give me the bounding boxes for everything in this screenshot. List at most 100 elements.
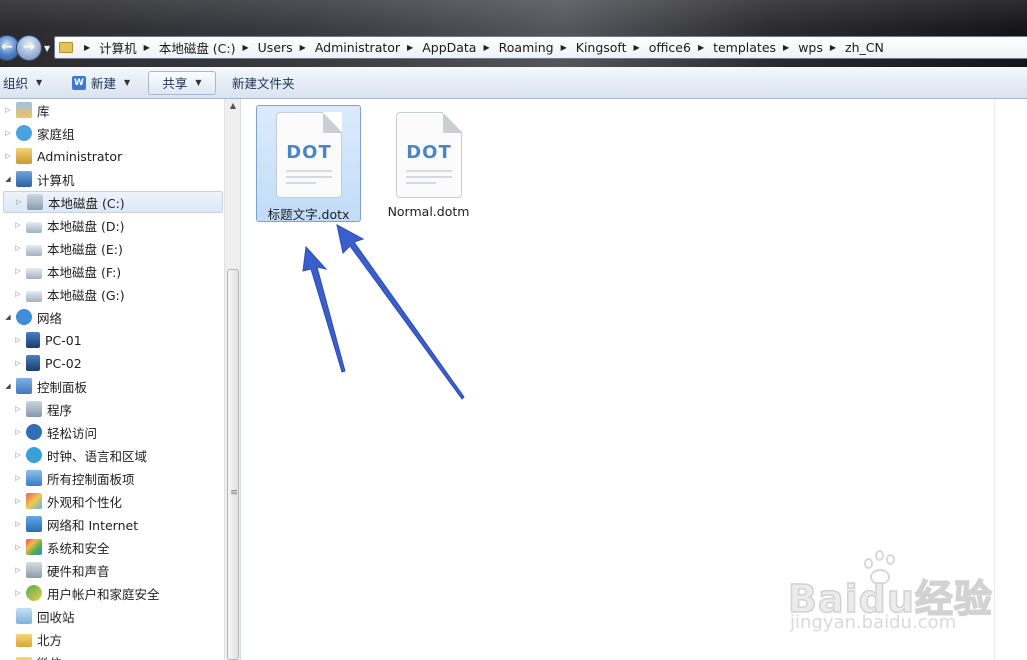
breadcrumb-appdata[interactable]: AppData bbox=[422, 40, 476, 55]
drive-icon bbox=[26, 267, 42, 279]
nav-item-pc-02[interactable]: ▷ PC-02 bbox=[13, 352, 82, 374]
recent-pages-dropdown-icon[interactable]: ▼ bbox=[44, 44, 50, 53]
breadcrumb-office6[interactable]: office6 bbox=[649, 40, 691, 55]
annotation-arrow-right bbox=[336, 224, 465, 400]
new-button[interactable]: W 新建 ▼ bbox=[66, 71, 142, 95]
breadcrumb-roaming[interactable]: Roaming bbox=[499, 40, 554, 55]
collapse-triangle-icon[interactable]: ◢ bbox=[3, 175, 13, 183]
expand-triangle-icon[interactable]: ▷ bbox=[13, 589, 23, 597]
appearance-icon bbox=[26, 493, 42, 509]
expand-triangle-icon[interactable]: ▷ bbox=[3, 152, 13, 160]
nav-item-computer[interactable]: ◢ 计算机 bbox=[3, 168, 75, 190]
caret-down-icon: ▼ bbox=[124, 78, 131, 87]
expand-triangle-icon[interactable]: ▷ bbox=[13, 520, 23, 528]
scroll-thumb[interactable]: ≡ bbox=[227, 269, 239, 660]
breadcrumb-administrator[interactable]: Administrator bbox=[315, 40, 400, 55]
expand-triangle-icon[interactable]: ▷ bbox=[13, 359, 23, 367]
nav-item-all-control-panel[interactable]: ▷ 所有控制面板项 bbox=[13, 467, 135, 489]
organize-button[interactable]: 组织 ▼ bbox=[0, 71, 60, 95]
nav-item-label: 计算机 bbox=[37, 172, 75, 188]
nav-item-drive-f[interactable]: ▷ 本地磁盘 (F:) bbox=[13, 260, 121, 282]
expand-triangle-icon[interactable]: ▷ bbox=[13, 451, 23, 459]
expand-triangle-icon[interactable]: ▷ bbox=[14, 198, 24, 206]
expand-triangle-icon[interactable]: ▷ bbox=[13, 497, 23, 505]
chevron-right-icon[interactable]: ▶ bbox=[407, 43, 413, 52]
breadcrumb-users[interactable]: Users bbox=[258, 40, 293, 55]
forward-button[interactable]: → bbox=[16, 35, 42, 61]
nav-item-label: 网络和 Internet bbox=[47, 517, 139, 533]
expand-triangle-icon[interactable]: ▷ bbox=[13, 267, 23, 275]
chevron-right-icon[interactable]: ▶ bbox=[84, 43, 90, 52]
nav-item-label: 所有控制面板项 bbox=[47, 471, 135, 487]
nav-item-hardware-sound[interactable]: ▷ 硬件和声音 bbox=[13, 559, 110, 581]
expand-triangle-icon[interactable]: ▷ bbox=[3, 106, 13, 114]
expand-triangle-icon[interactable]: ▷ bbox=[3, 129, 13, 137]
nav-item-recycle-bin[interactable]: 回收站 bbox=[3, 605, 75, 627]
chevron-right-icon[interactable]: ▶ bbox=[634, 43, 640, 52]
nav-item-weixin[interactable]: 微信 bbox=[3, 651, 62, 660]
nav-item-user-accounts[interactable]: ▷ 用户帐户和家庭安全 bbox=[13, 582, 160, 604]
expand-triangle-icon[interactable]: ▷ bbox=[13, 336, 23, 344]
nav-item-libraries[interactable]: ▷ 库 bbox=[3, 99, 50, 121]
breadcrumb-wps[interactable]: wps bbox=[798, 40, 823, 55]
folder-icon bbox=[16, 633, 32, 647]
chevron-right-icon[interactable]: ▶ bbox=[783, 43, 789, 52]
collapse-triangle-icon[interactable]: ◢ bbox=[3, 382, 13, 390]
collapse-triangle-icon[interactable]: ◢ bbox=[3, 313, 13, 321]
file-item-dotx[interactable]: DOT 标题文字.dotx bbox=[256, 105, 361, 222]
breadcrumb-templates[interactable]: templates bbox=[713, 40, 776, 55]
nav-item-administrator[interactable]: ▷ Administrator bbox=[3, 145, 122, 167]
nav-item-system-security[interactable]: ▷ 系统和安全 bbox=[13, 536, 110, 558]
chevron-right-icon[interactable]: ▶ bbox=[561, 43, 567, 52]
file-type-label: DOT bbox=[406, 142, 452, 163]
breadcrumb-zh-cn[interactable]: zh_CN bbox=[845, 40, 884, 55]
expand-triangle-icon[interactable]: ▷ bbox=[13, 566, 23, 574]
chevron-right-icon[interactable]: ▶ bbox=[144, 43, 150, 52]
nav-item-drive-e[interactable]: ▷ 本地磁盘 (E:) bbox=[13, 237, 123, 259]
expand-triangle-icon[interactable]: ▷ bbox=[13, 244, 23, 252]
chevron-right-icon[interactable]: ▶ bbox=[830, 43, 836, 52]
nav-item-label: 本地磁盘 (F:) bbox=[47, 264, 122, 280]
breadcrumb-drive-c[interactable]: 本地磁盘 (C:) bbox=[159, 38, 236, 57]
ease-of-access-icon bbox=[26, 424, 42, 440]
nav-item-programs[interactable]: ▷ 程序 bbox=[13, 398, 72, 420]
homegroup-icon bbox=[16, 125, 32, 141]
nav-item-ease-of-access[interactable]: ▷ 轻松访问 bbox=[13, 421, 97, 443]
navigation-scrollbar[interactable]: ▲ ≡ bbox=[224, 99, 240, 660]
pc-icon bbox=[26, 332, 40, 348]
file-item-dotm[interactable]: DOT Normal.dotm bbox=[376, 105, 481, 222]
organize-label: 组织 bbox=[3, 76, 29, 91]
expand-triangle-icon[interactable]: ▷ bbox=[13, 221, 23, 229]
address-bar[interactable]: ▶ 计算机 ▶ 本地磁盘 (C:) ▶ Users ▶ Administrato… bbox=[54, 36, 1027, 59]
nav-item-beifang[interactable]: 北方 bbox=[3, 628, 62, 650]
nav-item-label: 本地磁盘 (G:) bbox=[47, 287, 125, 303]
breadcrumb-kingsoft[interactable]: Kingsoft bbox=[576, 40, 627, 55]
nav-item-appearance[interactable]: ▷ 外观和个性化 bbox=[13, 490, 122, 512]
expand-triangle-icon[interactable]: ▷ bbox=[13, 290, 23, 298]
new-folder-button[interactable]: 新建文件夹 bbox=[226, 71, 301, 95]
chevron-right-icon[interactable]: ▶ bbox=[300, 43, 306, 52]
nav-item-drive-c[interactable]: ▷ 本地磁盘 (C:) bbox=[3, 191, 223, 213]
nav-item-homegroup[interactable]: ▷ 家庭组 bbox=[3, 122, 75, 144]
nav-item-drive-g[interactable]: ▷ 本地磁盘 (G:) bbox=[13, 283, 125, 305]
nav-item-drive-d[interactable]: ▷ 本地磁盘 (D:) bbox=[13, 214, 124, 236]
chevron-right-icon[interactable]: ▶ bbox=[698, 43, 704, 52]
breadcrumb-computer[interactable]: 计算机 bbox=[99, 38, 137, 57]
nav-item-pc-01[interactable]: ▷ PC-01 bbox=[13, 329, 82, 351]
watermark-url: jingyan.baidu.com bbox=[790, 612, 957, 633]
nav-item-control-panel[interactable]: ◢ 控制面板 bbox=[3, 375, 87, 397]
window-title-bar: ← → ▼ ▶ 计算机 ▶ 本地磁盘 (C:) ▶ Users ▶ Admini… bbox=[0, 0, 1027, 67]
expand-triangle-icon[interactable]: ▷ bbox=[13, 428, 23, 436]
nav-item-network-internet[interactable]: ▷ 网络和 Internet bbox=[13, 513, 138, 535]
share-button[interactable]: 共享 ▼ bbox=[148, 70, 216, 95]
nav-item-clock-language-region[interactable]: ▷ 时钟、语言和区域 bbox=[13, 444, 147, 466]
expand-triangle-icon[interactable]: ▷ bbox=[13, 405, 23, 413]
chevron-right-icon[interactable]: ▶ bbox=[243, 43, 249, 52]
chevron-right-icon[interactable]: ▶ bbox=[483, 43, 489, 52]
scroll-up-arrow-icon[interactable]: ▲ bbox=[225, 101, 241, 110]
user-folder-icon bbox=[16, 148, 32, 164]
nav-item-network[interactable]: ◢ 网络 bbox=[3, 306, 62, 328]
navigation-pane: ▷ 库 ▷ 家庭组 ▷ Administrator ◢ 计算机 ▷ 本地磁盘 (… bbox=[0, 99, 224, 660]
expand-triangle-icon[interactable]: ▷ bbox=[13, 474, 23, 482]
expand-triangle-icon[interactable]: ▷ bbox=[13, 543, 23, 551]
